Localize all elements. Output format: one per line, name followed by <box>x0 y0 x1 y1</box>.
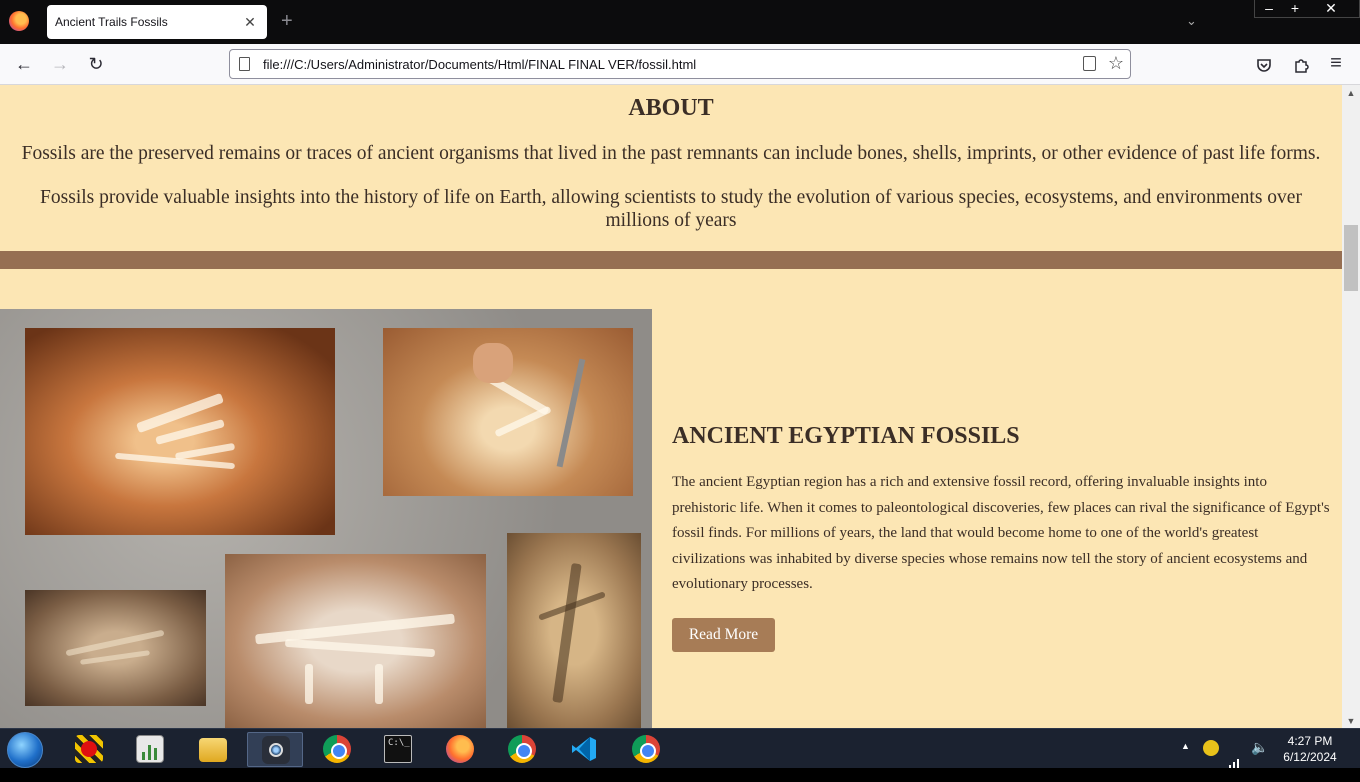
tab-close-icon[interactable]: ✕ <box>243 14 257 31</box>
browser-tab-bar: Ancient Trails Fossils ✕ + ⌄ – + ✕ <box>0 0 1360 44</box>
about-heading: ABOUT <box>628 95 714 121</box>
bookmark-star-icon[interactable]: ☆ <box>1108 53 1124 74</box>
chrome-icon <box>323 735 351 763</box>
windows-taskbar: C:\_ ▲ 🔈 4:27 PM 6/12/2024 <box>0 728 1360 768</box>
show-hidden-icons-arrow-icon[interactable]: ▲ <box>1181 741 1190 781</box>
reptile-fossil-imprint-image <box>25 590 206 706</box>
new-tab-plus-icon[interactable]: + <box>281 11 293 31</box>
browser-tab[interactable]: Ancient Trails Fossils ✕ <box>47 5 267 39</box>
about-paragraph-1: Fossils are the preserved remains or tra… <box>21 143 1321 164</box>
forward-arrow-icon[interactable]: → <box>49 54 71 76</box>
scroll-up-arrow-icon[interactable]: ▲ <box>1342 88 1360 98</box>
taskbar-command-prompt-app[interactable]: C:\_ <box>370 732 426 767</box>
fossil-photo-collage <box>0 309 652 728</box>
dinosaur-skeleton-dig-image <box>25 328 335 535</box>
taskbar-firefox-app[interactable] <box>432 732 488 767</box>
signal-bars-icon[interactable] <box>1228 742 1242 782</box>
taskbar-camera-app[interactable] <box>247 732 303 767</box>
url-text[interactable]: file:///C:/Users/Administrator/Documents… <box>263 57 696 72</box>
window-maximize-button[interactable]: + <box>1282 0 1308 18</box>
app-menu-hamburger-icon[interactable]: ≡ <box>1325 52 1347 75</box>
section-divider <box>0 251 1342 269</box>
about-paragraph-2: Fossils provide valuable insights into t… <box>40 187 1302 231</box>
excavation-brush-hammer-image <box>383 328 633 496</box>
list-all-tabs-chevron-icon[interactable]: ⌄ <box>1186 13 1197 29</box>
taskbar-recorder-app[interactable] <box>61 732 117 767</box>
camera-icon <box>262 736 290 764</box>
taskbar-vscode-app[interactable] <box>556 732 612 767</box>
web-page: ABOUT Fossils are the preserved remains … <box>0 85 1342 728</box>
recorder-icon <box>75 735 103 763</box>
clock-time: 4:27 PM <box>1287 734 1333 748</box>
reader-view-icon[interactable] <box>1083 56 1096 71</box>
fossil-skeleton-in-rock-image <box>507 533 641 728</box>
folder-icon <box>199 738 227 762</box>
start-button-windows-icon[interactable] <box>7 732 43 768</box>
system-clock[interactable]: 4:27 PM 6/12/2024 <box>1276 733 1344 765</box>
chart-app-icon <box>136 735 164 763</box>
taskbar-task-manager-app[interactable] <box>122 732 178 767</box>
read-more-button[interactable]: Read More <box>672 618 775 652</box>
page-scrollbar[interactable]: ▲ ▼ <box>1342 85 1360 728</box>
page-info-icon[interactable] <box>239 57 250 71</box>
volume-speaker-icon[interactable]: 🔈 <box>1251 739 1268 779</box>
reload-icon[interactable]: ↻ <box>85 54 107 76</box>
command-prompt-icon: C:\_ <box>384 735 412 763</box>
firefox-logo-icon[interactable] <box>9 11 29 31</box>
stegosaurus-fossil-slab-image <box>225 554 486 728</box>
url-bar[interactable]: file:///C:/Users/Administrator/Documents… <box>229 49 1131 79</box>
firefox-icon <box>446 735 474 763</box>
egyptian-fossils-description: The ancient Egyptian region has a rich a… <box>672 474 1330 592</box>
egyptian-fossils-heading: ANCIENT EGYPTIAN FOSSILS <box>672 423 1020 449</box>
chrome-icon <box>632 735 660 763</box>
taskbar-chrome-app[interactable] <box>309 732 365 767</box>
taskbar-chrome-app-2[interactable] <box>618 732 674 767</box>
tab-title: Ancient Trails Fossils <box>55 15 168 29</box>
clock-date: 6/12/2024 <box>1283 750 1337 764</box>
extensions-puzzle-icon[interactable] <box>1290 56 1312 74</box>
scroll-down-arrow-icon[interactable]: ▼ <box>1342 716 1360 726</box>
back-arrow-icon[interactable]: ← <box>13 54 35 76</box>
scrollbar-thumb[interactable] <box>1344 225 1358 291</box>
taskbar-chrome-profile-app[interactable] <box>494 732 550 767</box>
window-close-button[interactable]: ✕ <box>1318 0 1344 18</box>
vscode-icon <box>572 737 596 761</box>
window-minimize-button[interactable]: – <box>1256 0 1282 18</box>
chrome-profile-icon <box>508 735 536 763</box>
network-status-warning-icon[interactable] <box>1203 740 1219 756</box>
pocket-icon[interactable] <box>1253 56 1275 74</box>
about-section: ABOUT Fossils are the preserved remains … <box>0 85 1342 251</box>
taskbar-file-explorer-app[interactable] <box>185 732 241 767</box>
browser-nav-bar: ← → ↻ file:///C:/Users/Administrator/Doc… <box>0 44 1360 85</box>
